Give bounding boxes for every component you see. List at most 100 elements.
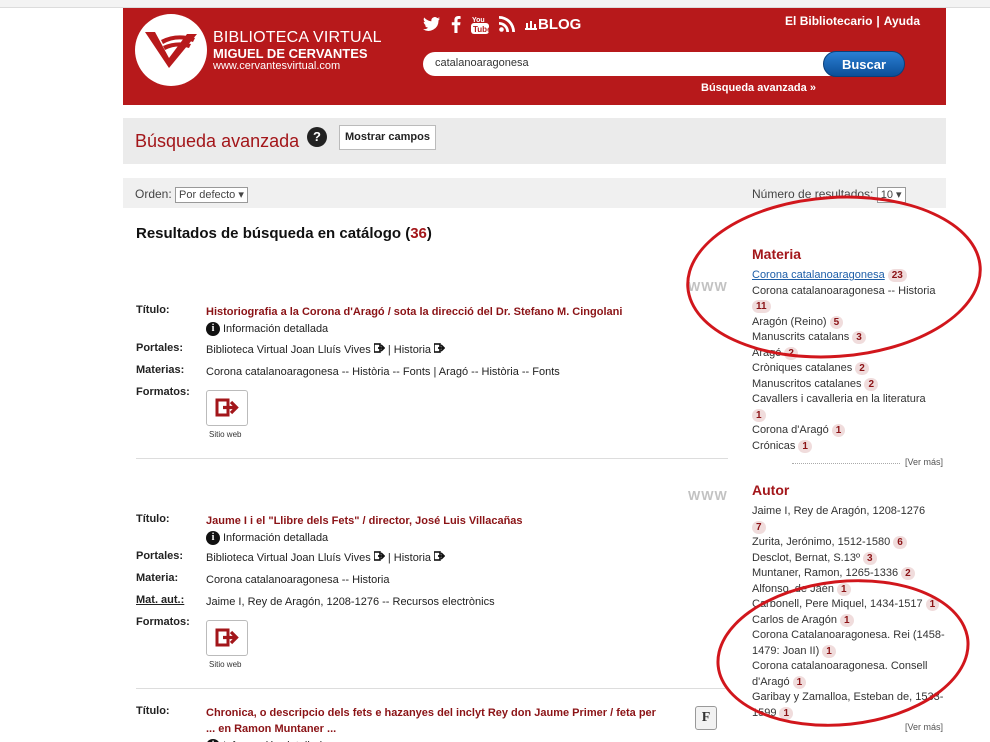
facet-item-label: Manuscritos catalanes <box>752 377 862 390</box>
facet-count-badge: 6 <box>893 536 907 549</box>
facet-title: Materia <box>752 246 802 262</box>
facet-item[interactable]: Desclot, Bernat, S.13º 3 <box>752 551 946 567</box>
facet-item[interactable]: Corona catalanoaragonesa. Consell d'Arag… <box>752 659 946 690</box>
order-select[interactable]: Por defecto ▾ <box>175 187 248 203</box>
rss-icon[interactable] <box>499 16 515 32</box>
blog-label: BLOG <box>538 15 582 33</box>
facet-item[interactable]: Carbonell, Pere Miquel, 1434-1517 1 <box>752 597 946 613</box>
facet-item-label: Cròniques catalanes <box>752 362 853 374</box>
help-icon[interactable]: ? <box>307 127 327 147</box>
results-count: 36 <box>410 225 427 242</box>
facet-item-label: Zurita, Jerónimo, 1512-1580 <box>752 536 891 548</box>
facsimile-icon[interactable]: F <box>695 706 717 730</box>
facet-item-label: Crónicas <box>752 439 796 452</box>
facet-item[interactable]: Garibay y Zamalloa, Esteban de, 1533-159… <box>752 690 946 721</box>
facet-item[interactable]: Aragón (Reino) 5 <box>752 315 946 331</box>
formatos-label: Formatos: <box>136 616 190 628</box>
ayuda-link[interactable]: Ayuda <box>884 14 920 28</box>
website-format-button[interactable] <box>206 620 248 656</box>
facet-item[interactable]: Manuscrits catalans 3 <box>752 330 946 346</box>
search-button[interactable]: Buscar <box>823 51 905 77</box>
record-title-link[interactable]: Jaume I i el "Llibre dels Fets" / direct… <box>206 515 523 527</box>
portal-link[interactable]: Biblioteca Virtual Joan Lluís Vives <box>206 344 371 356</box>
facet-item-label: Aragón (Reino) <box>752 315 827 328</box>
record-title: Jaume I i el "Llibre dels Fets" / direct… <box>206 513 676 546</box>
info-icon: i <box>206 322 220 336</box>
results-count-control: Número de resultados: 10 ▾ <box>752 187 906 203</box>
facet-item[interactable]: Corona d'Aragó 1 <box>752 423 946 439</box>
facet-item[interactable]: Carlos de Aragón 1 <box>752 613 946 629</box>
open-link-icon <box>215 398 239 417</box>
facet-item[interactable]: Muntaner, Ramon, 1265-1336 2 <box>752 566 946 582</box>
portales-value: Biblioteca Virtual Joan Lluís Vives | Hi… <box>206 342 676 358</box>
matautor-value[interactable]: Jaime I, Rey de Aragón, 1208-1276 -- Rec… <box>206 594 676 610</box>
facet-item-label: Corona catalanoaragonesa -- Historia <box>752 284 936 297</box>
logo[interactable] <box>135 14 207 86</box>
brand-text[interactable]: BIBLIOTECA VIRTUAL MIGUEL DE CERVANTES w… <box>213 30 382 72</box>
facet-item[interactable]: Alfonso, de Jaén 1 <box>752 582 946 598</box>
facet-item[interactable]: Zurita, Jerónimo, 1512-1580 6 <box>752 535 946 551</box>
record-title-link[interactable]: Chronica, o descripcio dels fets e hazan… <box>206 707 656 719</box>
website-format-button[interactable] <box>206 390 248 426</box>
record-title-link-cont[interactable]: ... en Ramon Muntaner ... <box>206 723 336 735</box>
facet-item-label: Cavallers i cavalleria en la literatura <box>752 393 926 405</box>
detail-info-link[interactable]: iInformación detallada <box>206 321 328 337</box>
title-label: Título: <box>136 705 170 717</box>
facet-count-badge: 2 <box>901 567 915 580</box>
bibliotecario-link[interactable]: El Bibliotecario <box>785 14 872 28</box>
facet-item-label: Corona catalanoaragonesa. Consell d'Arag… <box>752 660 928 688</box>
detail-info-label: Información detallada <box>223 738 328 742</box>
facet-separator <box>792 463 900 464</box>
facet-item[interactable]: Aragó 2 <box>752 346 946 362</box>
blog-link[interactable]: BLOG <box>525 16 581 33</box>
materia-value[interactable]: Corona catalanoaragonesa -- Historia <box>206 572 676 588</box>
materias-value[interactable]: Corona catalanoaragonesa -- Història -- … <box>206 364 676 380</box>
results-count-select[interactable]: 10 ▾ <box>876 187 906 203</box>
top-links: El Bibliotecario | Ayuda <box>785 14 920 28</box>
facet-item[interactable]: Cròniques catalanes 2 <box>752 361 946 377</box>
facebook-icon[interactable] <box>451 15 461 33</box>
facet-count-badge: 1 <box>925 598 940 611</box>
facet-count-badge: 3 <box>862 551 877 565</box>
detail-info-link[interactable]: iInformación detallada <box>206 738 328 742</box>
page-title-bar: Búsqueda avanzada ? Mostrar campos <box>123 118 946 164</box>
advanced-search-link[interactable]: Búsqueda avanzada » <box>701 82 816 94</box>
record-title: Chronica, o descripcio dels fets e hazan… <box>206 705 676 742</box>
record-title-link[interactable]: Historiografia a la Corona d'Aragó / sot… <box>206 306 622 318</box>
external-link-icon <box>372 551 386 561</box>
twitter-icon[interactable] <box>423 16 441 32</box>
facet-item[interactable]: Corona catalanoaragonesa 23 <box>752 268 946 284</box>
facet-item[interactable]: Crónicas 1 <box>752 439 946 455</box>
detail-info-link[interactable]: iInformación detallada <box>206 530 328 546</box>
facet-count-badge: 2 <box>864 377 879 391</box>
portal-link-historia[interactable]: Historia <box>394 552 431 564</box>
facet-count-badge: 1 <box>831 424 846 437</box>
brand-url: www.cervantesvirtual.com <box>213 60 341 72</box>
facet-item-label: Manuscrits catalans <box>752 331 850 343</box>
facet-item[interactable]: Corona Catalanoaragonesa. Rei (1458-1479… <box>752 628 946 659</box>
result-divider <box>136 458 728 459</box>
ver-mas-link[interactable]: [Ver más] <box>905 722 990 732</box>
facet-item-label: Desclot, Bernat, S.13º <box>752 551 860 564</box>
title-label: Título: <box>136 304 170 316</box>
site-header: BIBLIOTECA VIRTUAL MIGUEL DE CERVANTES w… <box>123 8 946 105</box>
portal-link-historia[interactable]: Historia <box>394 344 431 356</box>
facet-item[interactable]: Jaime I, Rey de Aragón, 1208-1276 7 <box>752 504 946 535</box>
ver-mas-link[interactable]: [Ver más] <box>905 457 990 467</box>
facet-count-badge: 2 <box>855 362 869 375</box>
facet-item-label: Carbonell, Pere Miquel, 1434-1517 <box>752 598 923 610</box>
facet-item-label: Corona d'Aragó <box>752 424 829 436</box>
portal-link[interactable]: Biblioteca Virtual Joan Lluís Vives <box>206 552 371 564</box>
facet-item[interactable]: Manuscritos catalanes 2 <box>752 377 946 393</box>
search-input[interactable]: catalanoaragonesa <box>423 52 847 76</box>
facet-count-badge: 1 <box>822 644 836 658</box>
facet-count-badge: 11 <box>752 300 771 313</box>
facet-item[interactable]: Cavallers i cavalleria en la literatura 1 <box>752 392 946 423</box>
show-fields-button[interactable]: Mostrar campos <box>339 125 436 150</box>
youtube-icon[interactable]: YouTube <box>471 14 489 34</box>
facet-item[interactable]: Corona catalanoaragonesa -- Historia 11 <box>752 284 946 315</box>
portales-value: Biblioteca Virtual Joan Lluís Vives | Hi… <box>206 550 676 566</box>
info-icon: i <box>206 531 220 545</box>
facet-count-badge: 5 <box>829 315 844 329</box>
facet-item-label: Corona Catalanoaragonesa. Rei (1458-1479… <box>752 629 945 657</box>
